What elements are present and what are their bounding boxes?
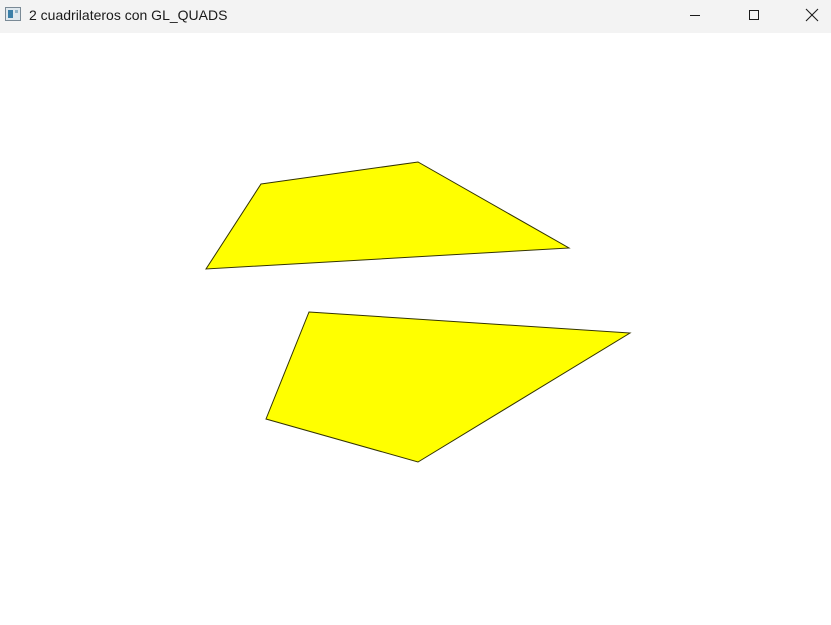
upper-quad [205,161,571,270]
minimize-icon [690,15,700,16]
window-title: 2 cuadrilateros con GL_QUADS [29,7,228,23]
gl-canvas [0,33,831,625]
close-icon [805,8,819,22]
maximize-button[interactable] [731,0,777,30]
lower-quad [265,311,632,463]
app-window: 2 cuadrilateros con GL_QUADS [0,0,831,625]
close-button[interactable] [789,0,831,30]
app-window-icon[interactable] [5,7,21,21]
gl-scene [205,161,632,463]
maximize-icon [749,10,759,20]
title-bar[interactable]: 2 cuadrilateros con GL_QUADS [0,0,831,33]
minimize-button[interactable] [672,0,718,30]
